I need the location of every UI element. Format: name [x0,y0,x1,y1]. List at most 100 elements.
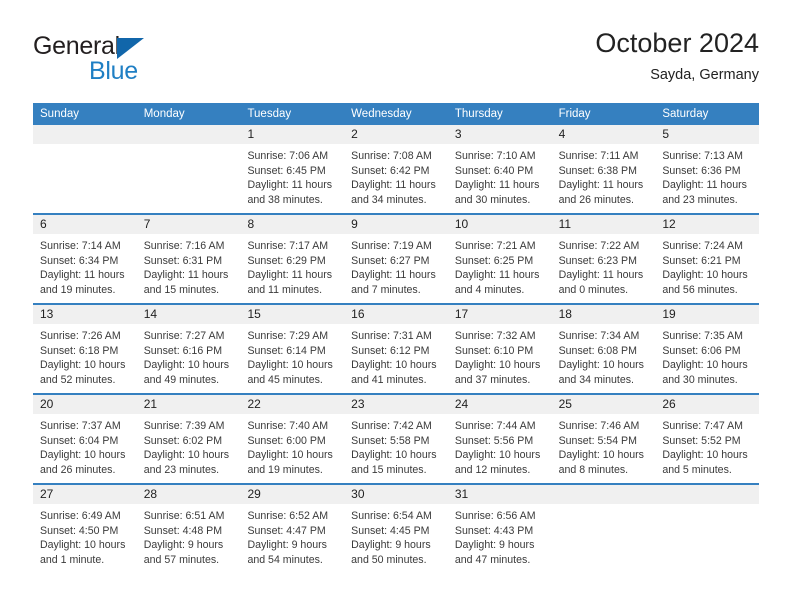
calendar-day-cell[interactable]: 19 Sunrise: 7:35 AM Sunset: 6:06 PM Dayligh… [655,305,760,393]
sunrise-text: Sunrise: 7:31 AM [351,330,432,342]
day-number-band: 28 [136,485,241,504]
calendar-day-cell[interactable]: 8 Sunrise: 7:17 AM Sunset: 6:29 PM Daylight… [240,215,345,303]
calendar-day-cell[interactable]: 1 Sunrise: 7:06 AM Sunset: 6:45 PM Daylight… [240,125,345,213]
day-number-band: 10 [447,215,552,234]
calendar-day-cell[interactable]: 16 Sunrise: 7:31 AM Sunset: 6:12 PM Dayligh… [344,305,448,393]
sunrise-text: Sunrise: 7:26 AM [40,330,121,342]
brand-logo[interactable]: General Blue [33,32,233,92]
day-details: Sunrise: 7:37 AM Sunset: 6:04 PM Daylight:… [33,414,137,477]
day-number-band: 23 [344,395,448,414]
sunrise-text: Sunrise: 7:16 AM [143,240,225,252]
day-number-band: 19 [655,305,760,324]
calendar-day-cell[interactable]: 10 Sunrise: 7:21 AM Sunset: 6:25 PM Dayligh… [447,215,552,303]
daylight-text-cont: and 37 minutes. [454,373,531,386]
sunrise-text: Sunrise: 7:11 AM [558,150,639,162]
calendar-day-cell[interactable]: 25 Sunrise: 7:46 AM Sunset: 5:54 PM Dayligh… [551,395,656,483]
day-details: Sunrise: 7:44 AM Sunset: 5:56 PM Daylight:… [448,414,552,477]
calendar-day-cell[interactable]: 14 Sunrise: 7:27 AM Sunset: 6:16 PM Dayligh… [136,305,241,393]
daylight-text: Daylight: 11 hours [662,179,747,192]
sunrise-text: Sunrise: 7:08 AM [351,150,432,162]
day-number-band: 25 [551,395,656,414]
sunset-text: Sunset: 6:40 PM [454,164,534,177]
day-number: 22 [247,397,261,411]
calendar-day-cell[interactable]: 11 Sunrise: 7:22 AM Sunset: 6:23 PM Dayligh… [551,215,656,303]
day-number: 17 [454,307,469,321]
calendar-week-row: 6 Sunrise: 7:14 AM Sunset: 6:34 PM Daylight… [33,213,760,303]
calendar-day-cell[interactable]: 7 Sunrise: 7:16 AM Sunset: 6:31 PM Daylight… [136,215,241,303]
day-details: Sunrise: 7:22 AM Sunset: 6:23 PM Daylight:… [552,234,656,297]
calendar-day-cell[interactable]: 24 Sunrise: 7:44 AM Sunset: 5:56 PM Dayligh… [447,395,552,483]
day-number-band: 5 [655,125,760,144]
calendar-day-cell[interactable]: 17 Sunrise: 7:32 AM Sunset: 6:10 PM Dayligh… [447,305,552,393]
calendar-day-cell[interactable]: 21 Sunrise: 7:39 AM Sunset: 6:02 PM Dayligh… [136,395,241,483]
daylight-text-cont: and 15 minutes. [143,283,220,296]
daylight-text-cont: and 50 minutes. [351,553,427,566]
calendar-day-cell[interactable]: 20 Sunrise: 7:37 AM Sunset: 6:04 PM Dayligh… [33,395,137,483]
day-number-band [551,485,656,504]
calendar-grid: Sunday Monday Tuesday Wednesday Thursday Frid… [33,103,760,573]
day-number: 28 [143,487,158,501]
sunset-text: Sunset: 5:54 PM [558,434,637,447]
calendar-day-cell[interactable]: 13 Sunrise: 7:26 AM Sunset: 6:18 PM Dayligh… [33,305,137,393]
sunset-text: Sunset: 6:45 PM [247,164,326,177]
calendar-day-cell[interactable]: 18 Sunrise: 7:34 AM Sunset: 6:08 PM Dayligh… [551,305,656,393]
daylight-text: Daylight: 10 hours [247,449,333,462]
sunset-text: Sunset: 6:02 PM [143,434,223,447]
day-number-band: 4 [551,125,656,144]
sunrise-text: Sunrise: 7:47 AM [662,420,743,432]
calendar-day-cell[interactable]: 22 Sunrise: 7:40 AM Sunset: 6:00 PM Dayligh… [240,395,345,483]
calendar-day-cell[interactable]: 15 Sunrise: 7:29 AM Sunset: 6:14 PM Dayligh… [240,305,345,393]
day-number: 3 [454,127,462,141]
sunrise-text: Sunrise: 7:06 AM [247,150,329,162]
sunset-text: Sunset: 6:04 PM [40,434,119,447]
calendar-day-cell[interactable]: 27 Sunrise: 6:49 AM Sunset: 4:50 PM Dayligh… [33,485,137,573]
sunrise-text: Sunrise: 7:27 AM [143,330,225,342]
day-details [552,504,656,509]
daylight-text: Daylight: 10 hours [558,359,644,372]
sunrise-text: Sunrise: 7:21 AM [454,240,536,252]
daylight-text: Daylight: 10 hours [351,449,437,462]
calendar-day-cell[interactable]: 4 Sunrise: 7:11 AM Sunset: 6:38 PM Daylight… [551,125,656,213]
weekday-header-thursday: Thursday [454,108,503,120]
daylight-text-cont: and 26 minutes. [40,463,116,476]
day-number-band: 11 [551,215,656,234]
calendar-week-row: 13 Sunrise: 7:26 AM Sunset: 6:18 PM Dayligh… [33,303,760,393]
day-number-band: 29 [240,485,345,504]
day-details: Sunrise: 7:16 AM Sunset: 6:31 PM Daylight:… [137,234,241,297]
day-details: Sunrise: 7:13 AM Sunset: 6:36 PM Daylight:… [655,144,759,207]
sunrise-text: Sunrise: 7:10 AM [454,150,536,162]
calendar-day-cell[interactable]: 28 Sunrise: 6:51 AM Sunset: 4:48 PM Dayligh… [136,485,241,573]
sunset-text: Sunset: 6:10 PM [454,344,534,357]
calendar-day-cell[interactable]: 9 Sunrise: 7:19 AM Sunset: 6:27 PM Daylight… [344,215,448,303]
sunset-text: Sunset: 6:16 PM [143,344,223,357]
day-details: Sunrise: 6:56 AM Sunset: 4:43 PM Daylight:… [448,504,552,567]
day-number: 18 [558,307,572,321]
calendar-day-cell[interactable]: 29 Sunrise: 6:52 AM Sunset: 4:47 PM Dayligh… [240,485,345,573]
daylight-text-cont: and 4 minutes. [454,283,525,296]
day-number: 24 [454,397,469,411]
calendar-day-cell[interactable]: 30 Sunrise: 6:54 AM Sunset: 4:45 PM Dayligh… [344,485,448,573]
calendar-day-cell[interactable]: 26 Sunrise: 7:47 AM Sunset: 5:52 PM Dayligh… [655,395,760,483]
daylight-text: Daylight: 10 hours [454,359,541,372]
calendar-day-cell[interactable]: 3 Sunrise: 7:10 AM Sunset: 6:40 PM Daylight… [447,125,552,213]
day-details: Sunrise: 7:40 AM Sunset: 6:00 PM Daylight:… [240,414,344,477]
sunset-text: Sunset: 6:06 PM [662,344,741,357]
page-subtitle: Sayda, Germany [650,67,759,83]
calendar-day-cell[interactable]: 23 Sunrise: 7:42 AM Sunset: 5:58 PM Dayligh… [344,395,448,483]
page-title: October 2024 [595,28,759,58]
daylight-text-cont: and 38 minutes. [247,193,323,206]
calendar-day-cell[interactable]: 12 Sunrise: 7:24 AM Sunset: 6:21 PM Dayligh… [655,215,760,303]
sunrise-text: Sunrise: 6:56 AM [454,510,536,522]
sunset-text: Sunset: 4:45 PM [351,524,430,537]
calendar-day-cell[interactable]: 31 Sunrise: 6:56 AM Sunset: 4:43 PM Dayligh… [447,485,552,573]
daylight-text-cont: and 15 minutes. [351,463,427,476]
daylight-text: Daylight: 11 hours [247,269,333,282]
day-details [655,504,759,509]
sunset-text: Sunset: 6:36 PM [662,164,741,177]
daylight-text-cont: and 30 minutes. [662,373,738,386]
daylight-text: Daylight: 10 hours [454,449,541,462]
sunset-text: Sunset: 6:23 PM [558,254,637,267]
calendar-day-cell[interactable]: 5 Sunrise: 7:13 AM Sunset: 6:36 PM Daylight… [655,125,760,213]
calendar-day-cell[interactable]: 2 Sunrise: 7:08 AM Sunset: 6:42 PM Daylight… [344,125,448,213]
calendar-day-cell[interactable]: 6 Sunrise: 7:14 AM Sunset: 6:34 PM Daylight… [33,215,137,303]
